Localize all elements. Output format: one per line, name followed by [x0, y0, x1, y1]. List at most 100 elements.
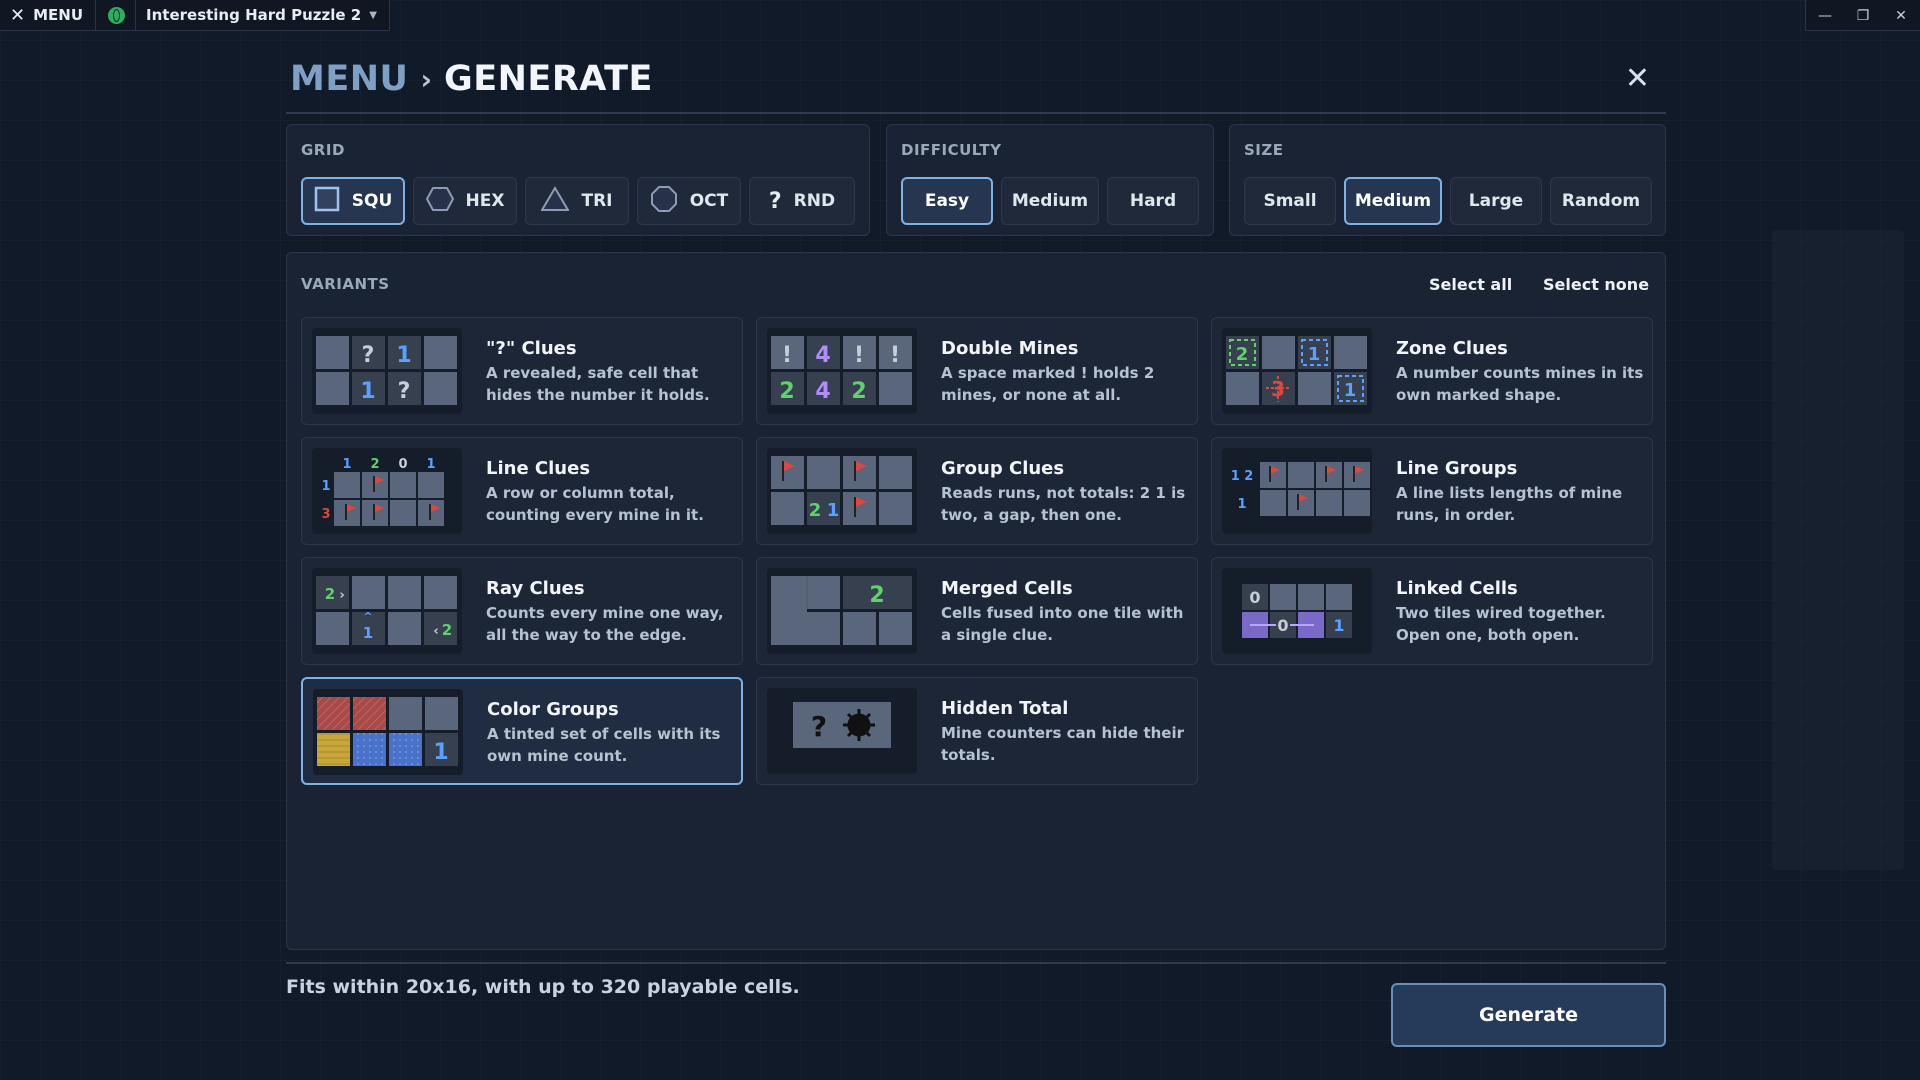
- variant-card-zone-clues[interactable]: 2 1 3 1 Zone Clues A number counts mines…: [1211, 317, 1653, 425]
- clue-number: 4: [815, 379, 830, 404]
- q-clue-mark: ?: [362, 343, 375, 368]
- column-clue: 1: [426, 457, 435, 472]
- variant-title: Color Groups: [487, 699, 619, 720]
- difficulty-hard-button[interactable]: Hard: [1107, 177, 1199, 225]
- select-all-button[interactable]: Select all: [1429, 275, 1512, 294]
- grid-label: GRID: [301, 141, 345, 159]
- variant-title: Linked Cells: [1396, 578, 1518, 599]
- column-clue: 2: [370, 457, 379, 472]
- group-clue: 1 2: [1231, 469, 1254, 484]
- variant-thumb: 1: [313, 689, 463, 775]
- grid-option-label: HEX: [465, 191, 505, 211]
- clue-number: 1: [363, 624, 373, 642]
- generate-button[interactable]: Generate: [1391, 983, 1666, 1047]
- row-clue: 3: [321, 507, 330, 522]
- row-clue: 1: [321, 479, 330, 494]
- variants-panel: VARIANTS Select all Select none ? 1 1 ?: [286, 252, 1666, 950]
- variant-thumb: ?: [767, 688, 917, 774]
- breadcrumb: MENU › GENERATE: [290, 54, 653, 104]
- variant-description: A tinted set of cells with its own mine …: [487, 725, 721, 765]
- clue-number: 1: [433, 740, 448, 765]
- variant-card-hidden-total[interactable]: ? Hidden Total Mine counters can hide th…: [756, 677, 1198, 785]
- variant-card-line-clues[interactable]: 1 2 0 1 1 3 Line Clues A row or column t…: [301, 437, 743, 545]
- difficulty-medium-button[interactable]: Medium: [1001, 177, 1099, 225]
- clue-number: 2: [851, 379, 866, 404]
- variant-card-q-clues[interactable]: ? 1 1 ? "?" Clues A revealed, safe cell …: [301, 317, 743, 425]
- grid-panel: GRID SQU HEX TRI OCT ? RND: [286, 124, 870, 236]
- hexagon-icon: [425, 186, 454, 217]
- chevron-right-icon: ›: [420, 62, 432, 96]
- grid-option-label: RND: [793, 191, 836, 211]
- clue-number: 0: [1249, 588, 1260, 607]
- variant-card-double-mines[interactable]: ! 4 ! ! 2 4 2 Double Mines A space marke…: [756, 317, 1198, 425]
- variant-description: A revealed, safe cell that hides the num…: [486, 364, 710, 404]
- variant-thumb: 1 2 1: [1222, 448, 1372, 534]
- clue-number: 2: [779, 379, 794, 404]
- variant-description: A number counts mines in its own marked …: [1396, 364, 1644, 404]
- double-mine-mark: !: [890, 343, 900, 368]
- variant-card-linked-cells[interactable]: 0 0 1 Linked Cells Two tiles wired toget…: [1211, 557, 1653, 665]
- variant-card-group-clues[interactable]: 2 1 Group Clues Reads runs, not totals: …: [756, 437, 1198, 545]
- grid-option-label: OCT: [689, 191, 729, 211]
- variant-description: Cells fused into one tile with a single …: [941, 604, 1184, 644]
- menu-button[interactable]: ✕ MENU: [0, 0, 97, 30]
- variant-title: Line Clues: [486, 458, 591, 479]
- puzzle-selector[interactable]: Interesting Hard Puzzle 2 ▼: [135, 0, 389, 30]
- clue-number: 2: [325, 585, 335, 603]
- grid-option-squ[interactable]: SQU: [301, 177, 405, 225]
- grid-option-hex[interactable]: HEX: [413, 177, 517, 225]
- clue-number: 1: [1308, 344, 1321, 365]
- background-tool-panel: [1772, 230, 1904, 870]
- variants-label: VARIANTS: [301, 275, 390, 293]
- clue-number: 3: [1271, 377, 1285, 401]
- column-clue: 0: [398, 457, 407, 472]
- close-icon: ✕: [10, 4, 26, 26]
- variant-description: Mine counters can hide their totals.: [941, 724, 1185, 764]
- ray-left-icon: ‹: [433, 624, 438, 639]
- variant-card-merged-cells[interactable]: 2 Merged Cells Cells fused into one tile…: [756, 557, 1198, 665]
- size-random-button[interactable]: Random: [1550, 177, 1652, 225]
- clue-number: 1: [1333, 616, 1344, 635]
- size-large-button[interactable]: Large: [1450, 177, 1542, 225]
- variant-description: A space marked ! holds 2 mines, or none …: [941, 364, 1155, 404]
- ray-up-icon: ^: [363, 610, 372, 623]
- restore-icon[interactable]: ❐: [1844, 0, 1882, 31]
- grid-option-oct[interactable]: OCT: [637, 177, 741, 225]
- size-medium-button[interactable]: Medium: [1344, 177, 1442, 225]
- variant-thumb: 1 2 0 1 1 3: [312, 448, 462, 534]
- clue-number: 1: [1344, 380, 1357, 401]
- difficulty-label: DIFFICULTY: [901, 141, 1002, 159]
- variant-title: Merged Cells: [941, 578, 1073, 599]
- page-title: GENERATE: [444, 59, 653, 99]
- grid-option-rnd[interactable]: ? RND: [749, 177, 855, 225]
- ray-right-icon: ›: [339, 588, 344, 603]
- size-panel: SIZE Small Medium Large Random: [1229, 124, 1666, 236]
- question-icon: ?: [768, 188, 782, 214]
- close-dialog-button[interactable]: ✕: [1625, 64, 1650, 94]
- window-close-icon[interactable]: ✕: [1882, 0, 1920, 31]
- generate-dialog: MENU › GENERATE ✕ GRID SQU HEX TRI OCT ?…: [286, 48, 1666, 1048]
- q-clue-mark: ?: [398, 379, 411, 404]
- variant-title: Line Groups: [1396, 458, 1518, 479]
- difficulty-easy-button[interactable]: Easy: [901, 177, 993, 225]
- menu-label: MENU: [33, 6, 84, 24]
- window-controls: — ❐ ✕: [1805, 0, 1920, 31]
- variant-card-color-groups[interactable]: 1 Color Groups A tinted set of cells wit…: [301, 677, 743, 785]
- clue-number: 1: [827, 500, 840, 521]
- variant-card-line-groups[interactable]: 1 2 1 Line Groups A line lists lengths o…: [1211, 437, 1653, 545]
- variant-title: Hidden Total: [941, 698, 1069, 719]
- breadcrumb-root[interactable]: MENU: [290, 59, 408, 99]
- title-bar: ✕ MENU Interesting Hard Puzzle 2 ▼ — ❐ ✕: [0, 0, 1920, 32]
- minimize-icon[interactable]: —: [1806, 0, 1844, 31]
- variant-card-ray-clues[interactable]: 2 › ^ 1 ‹ 2 Ray Clues Counts every mine …: [301, 557, 743, 665]
- variant-thumb: ! 4 ! ! 2 4 2: [767, 328, 917, 414]
- variant-thumb: 2: [767, 568, 917, 654]
- grid-option-label: TRI: [581, 191, 613, 211]
- select-none-button[interactable]: Select none: [1543, 275, 1649, 294]
- size-small-button[interactable]: Small: [1244, 177, 1336, 225]
- grid-option-label: SQU: [351, 191, 393, 211]
- variant-description: Reads runs, not totals: 2 1 is two, a ga…: [941, 484, 1186, 524]
- variant-description: Two tiles wired together. Open one, both…: [1396, 604, 1606, 644]
- variant-title: "?" Clues: [486, 338, 577, 359]
- grid-option-tri[interactable]: TRI: [525, 177, 629, 225]
